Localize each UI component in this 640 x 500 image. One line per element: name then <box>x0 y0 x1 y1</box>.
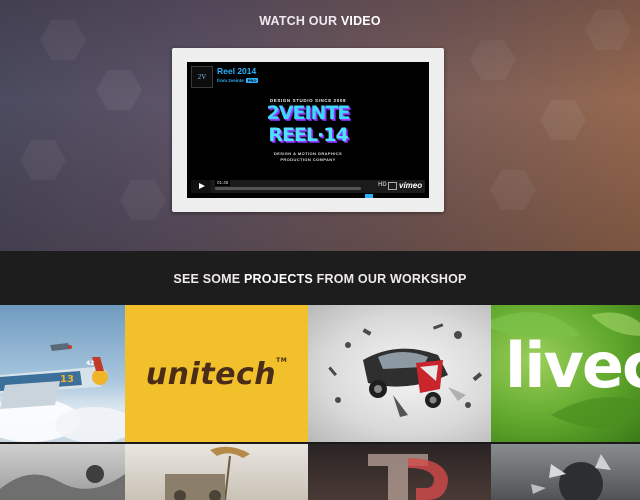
video-section: WATCH OUR VIDEO 2V Reel 2014 from 2veint… <box>0 0 640 251</box>
projects-grid: 13 42 unitechTM live <box>0 305 640 500</box>
airplane-image: 13 42 <box>0 343 125 442</box>
video-byline: from 2veinte PRO <box>217 78 259 83</box>
svg-text:42: 42 <box>86 360 94 367</box>
reel-title-line1: 2VEINTE <box>266 102 351 124</box>
hd-toggle[interactable]: HD <box>378 182 387 188</box>
progress-bar[interactable] <box>215 187 361 190</box>
project-tile-7[interactable] <box>308 444 491 500</box>
livec-logo-text: livec <box>505 329 640 402</box>
reel-tagline-bottom-2: PRODUCTION COMPANY <box>280 157 336 162</box>
reel-title-line2: REEL·14 <box>268 124 348 146</box>
project-image-7 <box>368 454 448 500</box>
project-image-8 <box>531 454 611 500</box>
project-tile-8[interactable] <box>491 444 640 500</box>
project-tile-airplane[interactable]: 13 42 <box>0 305 125 442</box>
channel-logo[interactable]: 2V <box>191 66 213 88</box>
projects-heading-prefix: SEE SOME <box>173 272 244 286</box>
project-tile-6[interactable] <box>125 444 308 500</box>
projects-heading-bold: PROJECTS <box>243 272 313 286</box>
project-tile-unitech[interactable]: unitechTM <box>125 305 308 442</box>
video-frame: 2V Reel 2014 from 2veinte PRO DESIGN STUD… <box>172 48 444 212</box>
car-explosion-image <box>328 323 483 417</box>
video-heading-bold: VIDEO <box>340 14 381 28</box>
video-player[interactable]: 2V Reel 2014 from 2veinte PRO DESIGN STUD… <box>187 62 429 198</box>
fullscreen-icon[interactable] <box>388 182 397 190</box>
projects-heading: SEE SOME PROJECTS FROM OUR WORKSHOP <box>0 272 640 286</box>
video-heading: WATCH OUR VIDEO <box>0 14 640 28</box>
unitech-logo: unitechTM <box>125 357 308 392</box>
reel-tagline-bottom: DESIGN & MOTION GRAPHICS PRODUCTION COMP… <box>187 151 429 163</box>
project-tile-car-explosion[interactable] <box>308 305 491 442</box>
project-tile-5[interactable] <box>0 444 125 500</box>
player-controls: 01:48 HD vimeo <box>191 180 425 198</box>
video-heading-prefix: WATCH OUR <box>259 14 341 28</box>
project-image-6 <box>165 446 250 500</box>
video-title-link[interactable]: Reel 2014 <box>217 66 256 76</box>
volume-icon[interactable] <box>365 183 375 198</box>
unitech-tm: TM <box>276 357 288 364</box>
unitech-logo-text: unitech <box>145 357 277 392</box>
svg-text:13: 13 <box>60 374 74 385</box>
projects-heading-suffix: FROM OUR WORKSHOP <box>312 272 467 286</box>
project-image-5 <box>0 465 125 500</box>
projects-heading-band: SEE SOME PROJECTS FROM OUR WORKSHOP <box>0 251 640 305</box>
time-display: 01:48 <box>215 180 231 186</box>
project-tile-livec[interactable]: livec <box>491 305 640 442</box>
vimeo-logo-link[interactable]: vimeo <box>399 181 422 190</box>
pro-badge: PRO <box>245 78 259 83</box>
play-button[interactable] <box>191 180 211 193</box>
video-user-link[interactable]: from 2veinte <box>217 78 244 83</box>
